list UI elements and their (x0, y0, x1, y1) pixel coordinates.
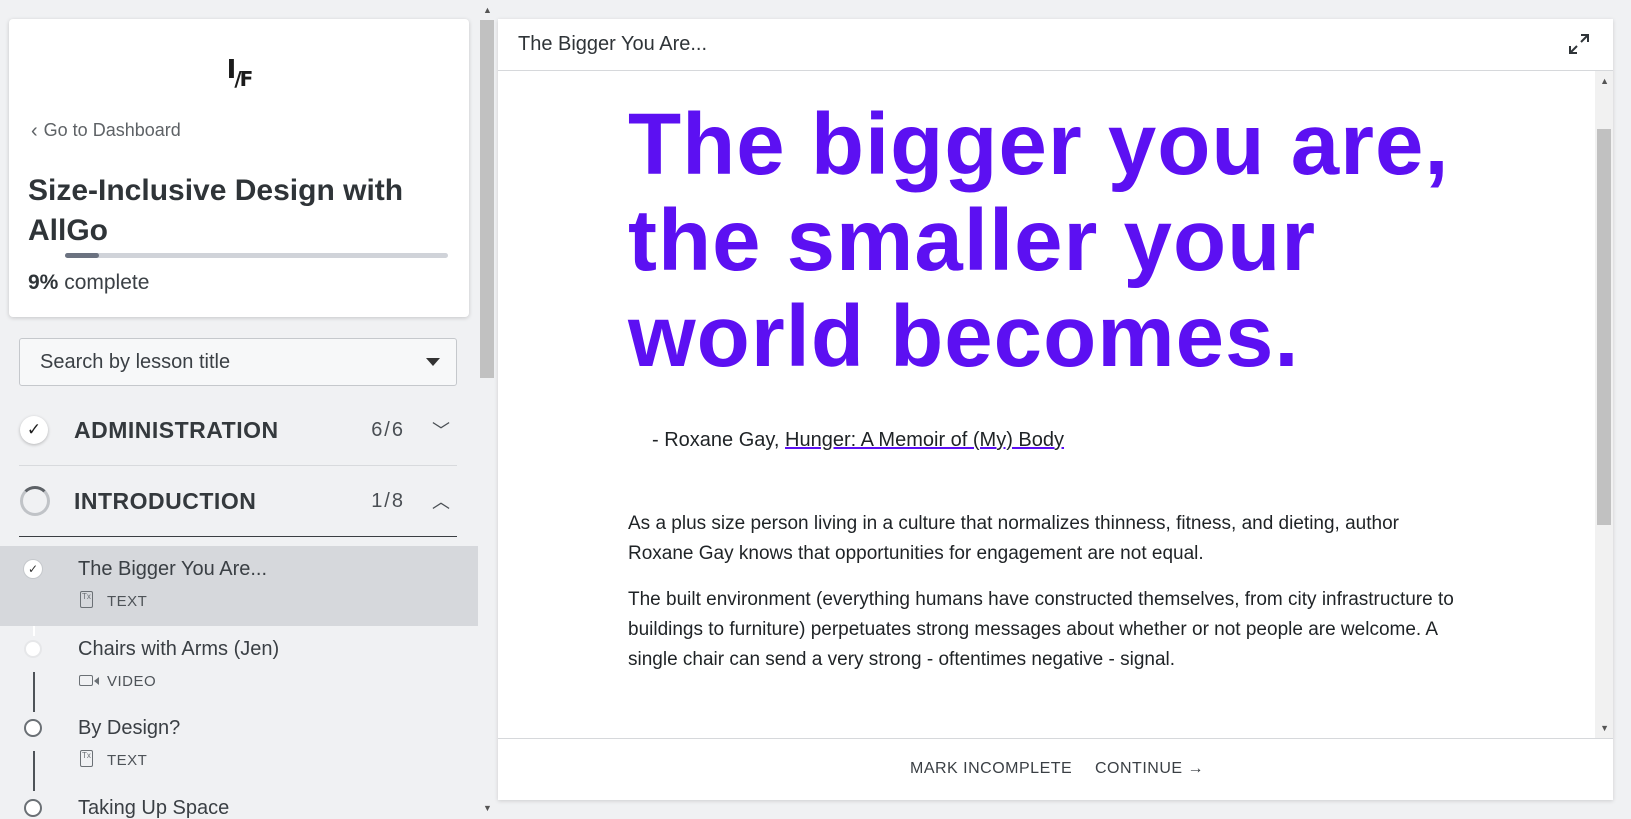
empty-circle-icon (24, 640, 42, 658)
lesson-footer: MARK INCOMPLETE CONTINUE → (498, 738, 1613, 800)
lesson-header: The Bigger You Are... (498, 19, 1613, 71)
video-camera-icon (79, 675, 99, 686)
section-count: 6/6 (371, 418, 405, 441)
scroll-up-arrow-icon[interactable]: ▲ (483, 5, 492, 15)
lesson-item-taking-up-space[interactable]: Taking Up Space (0, 785, 478, 819)
search-placeholder: Search by lesson title (40, 350, 231, 373)
lesson-item-by-design[interactable]: By Design? Tx TEXT (0, 705, 478, 785)
check-circle-icon: ✓ (20, 416, 48, 444)
lesson-title: Taking Up Space (78, 797, 230, 819)
chevron-up-icon[interactable]: ︿ (431, 488, 451, 514)
dropdown-caret-icon (426, 358, 440, 366)
lesson-item-the-bigger-you-are[interactable]: ✓ The Bigger You Are... Tx TEXT (0, 546, 478, 626)
content-scrollbar-thumb[interactable] (1597, 129, 1611, 525)
lesson-title: By Design? (78, 717, 181, 739)
lesson-kind: TEXT (107, 593, 148, 610)
scroll-up-arrow-icon[interactable]: ▲ (1600, 76, 1609, 86)
course-title: Size-Inclusive Design with AllGo (28, 174, 404, 247)
body-paragraph: As a plus size person living in a cultur… (628, 513, 1399, 564)
continue-button[interactable]: CONTINUE → (1095, 760, 1204, 778)
course-card: I/F ‹ Go to Dashboard Size-Inclusive Des… (9, 19, 469, 317)
text-doc-icon: Tx (80, 591, 93, 608)
lesson-search-select[interactable]: Search by lesson title (19, 338, 457, 386)
mark-incomplete-button[interactable]: MARK INCOMPLETE (910, 760, 1072, 778)
back-link-label: Go to Dashboard (43, 120, 181, 140)
empty-circle-icon (24, 799, 42, 817)
brand-logo: I/F (226, 55, 254, 91)
section-title: INTRODUCTION (74, 487, 257, 514)
scroll-down-arrow-icon[interactable]: ▼ (483, 803, 492, 813)
lesson-content-panel: The Bigger You Are... The bigger you are… (498, 19, 1613, 800)
attribution-author: - Roxane Gay, (652, 429, 786, 451)
section-title: ADMINISTRATION (74, 416, 279, 443)
lesson-kind: TEXT (107, 752, 148, 769)
quote-attribution: - Roxane Gay, Hunger: A Memoir of (My) B… (652, 429, 1064, 452)
lesson-body: The bigger you are, the smaller your wor… (498, 71, 1593, 738)
chevron-down-icon[interactable]: ﹀ (431, 417, 451, 443)
body-paragraph: The built environment (everything humans… (628, 589, 1454, 670)
chevron-left-icon: ‹ (31, 119, 38, 142)
lesson-kind: VIDEO (107, 673, 157, 690)
progress-bar-fill (65, 253, 100, 258)
progress-ring-icon (20, 486, 50, 516)
progress-bar (65, 253, 448, 258)
text-doc-icon: Tx (80, 750, 93, 767)
empty-circle-icon (24, 719, 42, 737)
section-divider (19, 536, 457, 537)
scroll-down-arrow-icon[interactable]: ▼ (1600, 723, 1609, 733)
progress-percent: 9% (28, 271, 59, 294)
sidebar-scrollbar-thumb[interactable] (480, 20, 494, 378)
book-link[interactable]: Hunger: A Memoir of (My) Body (785, 429, 1064, 451)
section-introduction[interactable]: INTRODUCTION 1/8 ︿ (19, 466, 457, 536)
go-to-dashboard-link[interactable]: ‹ Go to Dashboard (31, 120, 181, 141)
lesson-title: The Bigger You Are... (78, 558, 268, 580)
course-sidebar: I/F ‹ Go to Dashboard Size-Inclusive Des… (0, 0, 478, 819)
progress-text: 9% complete (28, 271, 149, 295)
progress-suffix: complete (64, 271, 150, 294)
lesson-title: Chairs with Arms (Jen) (78, 638, 280, 660)
expand-fullscreen-icon[interactable] (1567, 32, 1591, 56)
lesson-header-title: The Bigger You Are... (518, 33, 708, 55)
section-administration[interactable]: ✓ ADMINISTRATION 6/6 ﹀ (19, 395, 457, 465)
section-count: 1/8 (371, 489, 405, 512)
pull-quote: The bigger you are, the smaller your wor… (628, 96, 1450, 385)
lesson-item-chairs-with-arms[interactable]: Chairs with Arms (Jen) VIDEO (0, 626, 478, 706)
check-circle-icon: ✓ (24, 560, 42, 578)
